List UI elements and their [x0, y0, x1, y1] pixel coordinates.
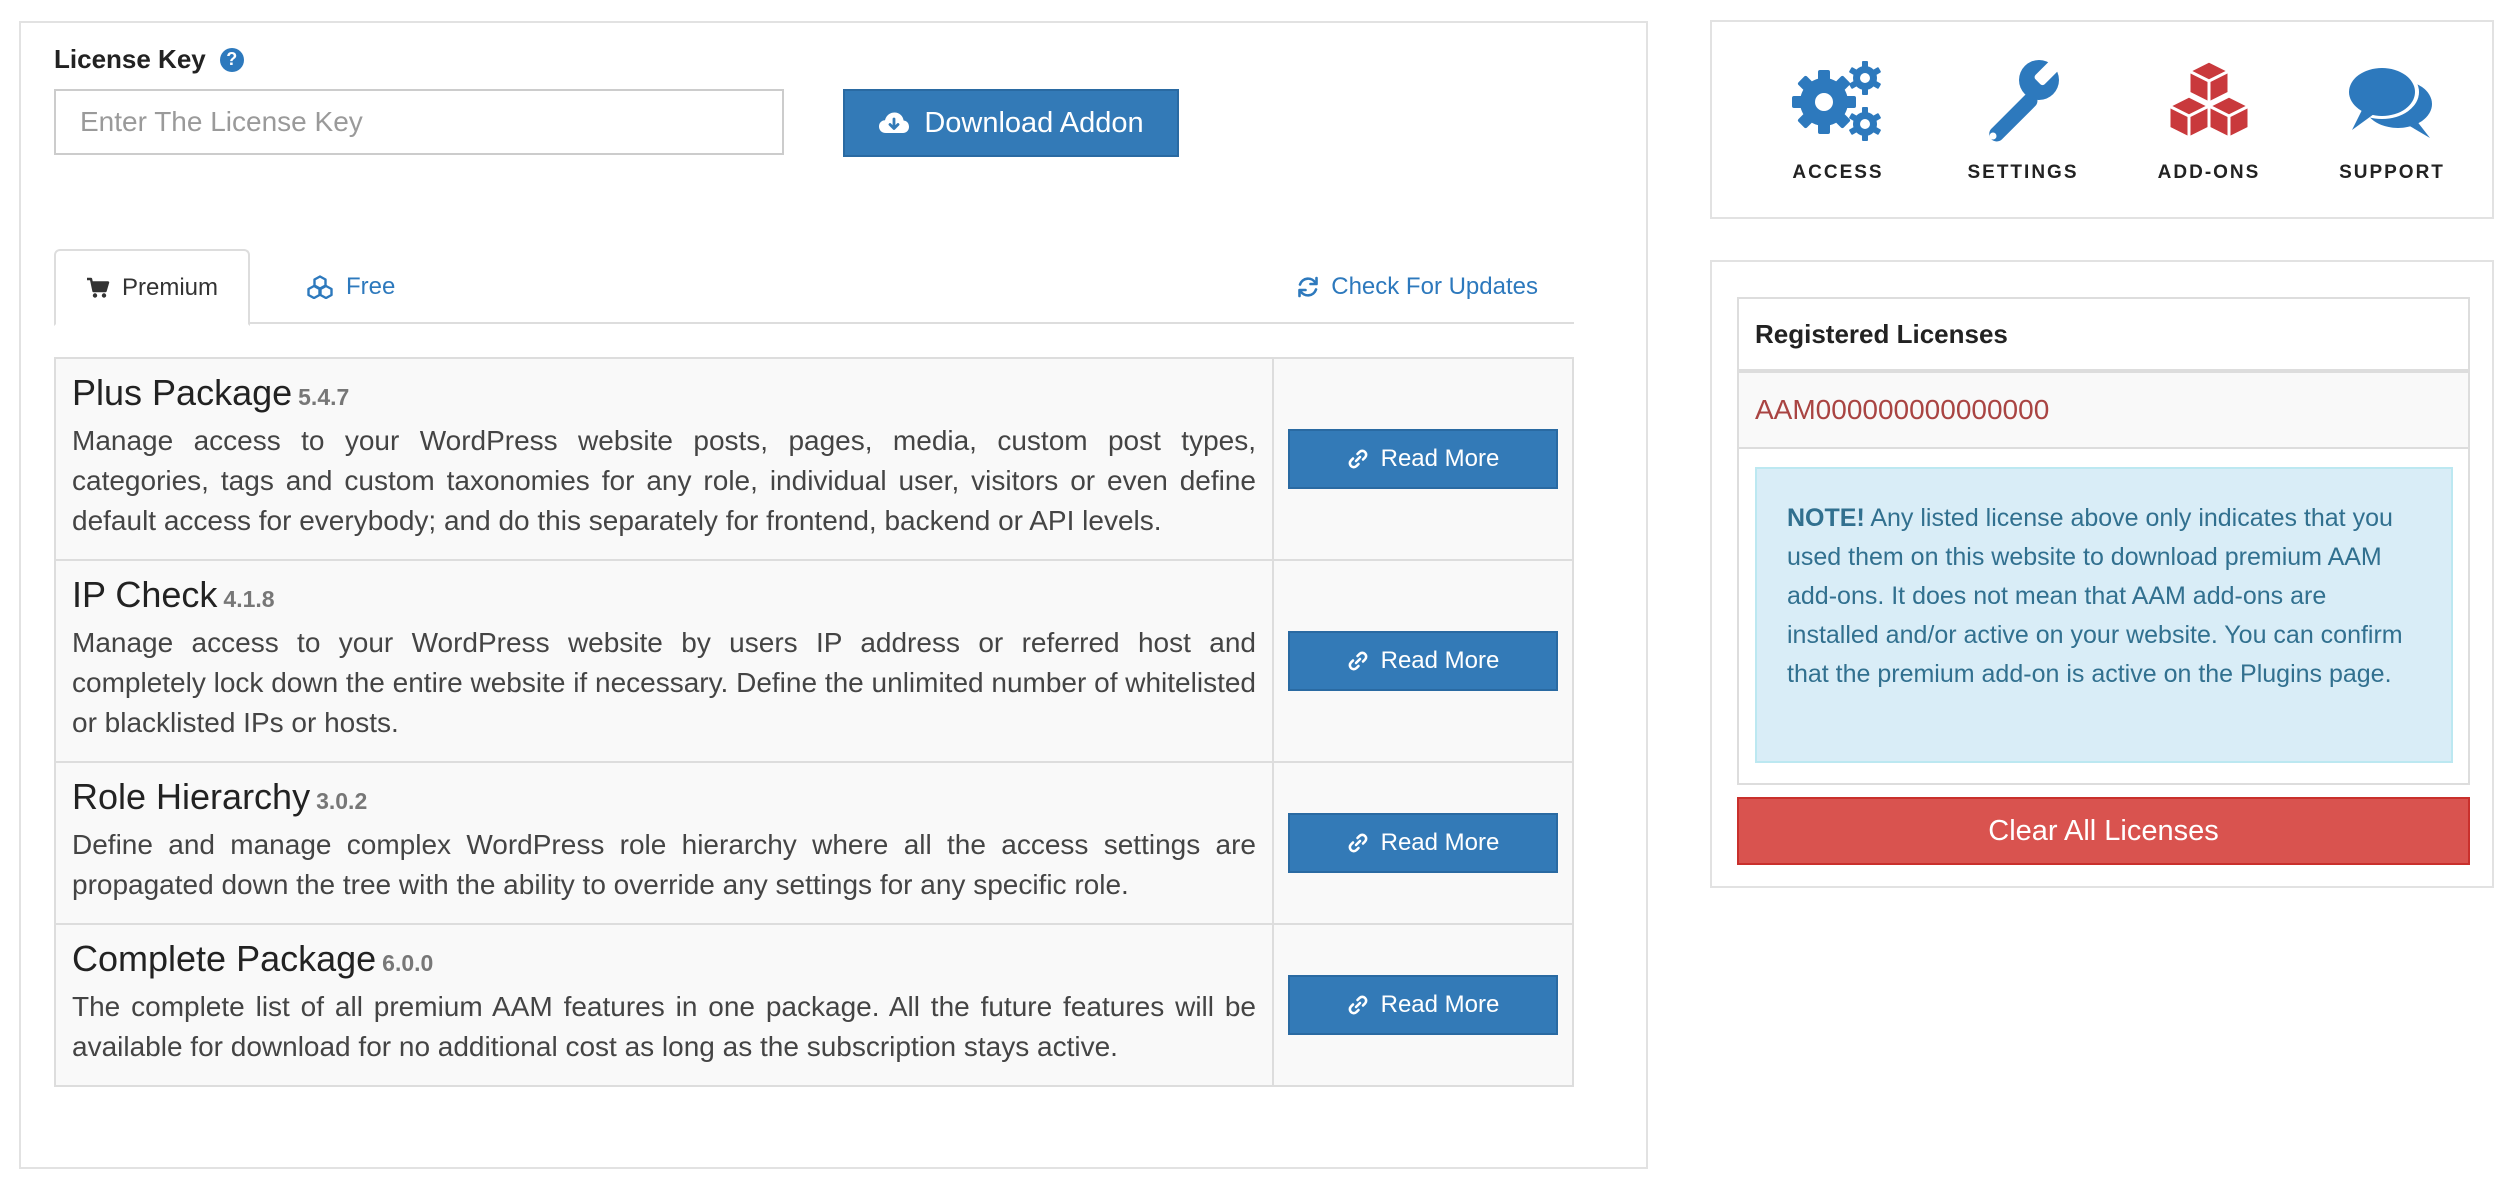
table-row: IP Check 4.1.8 Manage access to your Word…	[56, 561, 1572, 763]
read-more-button[interactable]: Read More	[1288, 975, 1558, 1035]
addon-version: 4.1.8	[223, 586, 275, 612]
clear-all-licenses-label: Clear All Licenses	[1988, 814, 2219, 847]
link-icon	[1348, 651, 1368, 671]
wrench-icon	[1989, 60, 2060, 142]
nav-addons[interactable]: ADD-ONS	[2129, 58, 2289, 184]
nav-settings[interactable]: SETTINGS	[1943, 58, 2103, 184]
clear-all-licenses-button[interactable]: Clear All Licenses	[1737, 797, 2470, 865]
addon-title-text: Plus Package	[72, 372, 293, 413]
addon-title-text: IP Check	[72, 574, 218, 615]
license-key-label-text: License Key	[54, 44, 206, 74]
tab-free[interactable]: Free	[306, 249, 395, 324]
table-row: Complete Package 6.0.0 The complete list …	[56, 925, 1572, 1085]
link-icon	[1348, 449, 1368, 469]
refresh-icon	[1298, 276, 1319, 297]
addon-info: IP Check 4.1.8 Manage access to your Word…	[56, 561, 1274, 761]
table-row: Plus Package 5.4.7 Manage access to your …	[56, 359, 1572, 561]
read-more-button[interactable]: Read More	[1288, 813, 1558, 873]
check-for-updates-link[interactable]: Check For Updates	[1297, 249, 1538, 324]
tab-premium-label: Premium	[121, 273, 218, 301]
addon-description: The complete list of all premium AAM fea…	[72, 991, 1256, 1062]
addon-action: Read More	[1274, 561, 1572, 761]
addon-version: 6.0.0	[382, 950, 434, 976]
read-more-label: Read More	[1380, 829, 1500, 856]
addon-description: Manage access to your WordPress website …	[72, 425, 1256, 536]
nav-addons-label: ADD-ONS	[2157, 162, 2261, 183]
table-row: Role Hierarchy 3.0.2 Define and manage co…	[56, 763, 1572, 925]
tab-free-label: Free	[346, 272, 396, 300]
nav-access[interactable]: ACCESS	[1758, 58, 1918, 184]
nav-access-label: ACCESS	[1792, 162, 1884, 183]
cloud-download-icon	[879, 112, 910, 133]
license-note: NOTE! Any listed license above only indi…	[1755, 467, 2453, 763]
read-more-label: Read More	[1380, 445, 1500, 472]
addon-action: Read More	[1274, 925, 1572, 1085]
feature-nav-panel: ACCESS SETTINGS ADD-ONS SUPPORT	[1710, 20, 2494, 219]
addon-action: Read More	[1274, 359, 1572, 559]
license-key-input[interactable]	[54, 89, 784, 155]
note-strong: NOTE!	[1787, 504, 1865, 532]
download-addon-label: Download Addon	[924, 106, 1144, 139]
addon-info: Role Hierarchy 3.0.2 Define and manage co…	[56, 763, 1274, 923]
cubes-icon	[307, 274, 333, 299]
check-for-updates-label: Check For Updates	[1331, 272, 1538, 300]
registered-licenses-box: Registered Licenses AAM000000000000000 N…	[1737, 297, 2470, 785]
addon-description: Manage access to your WordPress website …	[72, 627, 1256, 738]
addons-table: Plus Package 5.4.7 Manage access to your …	[54, 357, 1574, 1087]
addon-version: 3.0.2	[316, 788, 368, 814]
addon-action: Read More	[1274, 763, 1572, 923]
license-key-label: License Key ?	[54, 44, 244, 75]
addon-title-text: Role Hierarchy	[72, 776, 311, 817]
note-text: Any listed license above only indicates …	[1787, 504, 2403, 688]
nav-support-label: SUPPORT	[2339, 162, 2445, 183]
read-more-label: Read More	[1380, 991, 1500, 1018]
addon-title: Complete Package 6.0.0	[72, 935, 1256, 987]
addon-description: Define and manage complex WordPress role…	[72, 829, 1256, 900]
nav-settings-label: SETTINGS	[1967, 162, 2079, 183]
addon-version: 5.4.7	[298, 384, 350, 410]
cubes-icon	[2167, 59, 2251, 140]
addon-info: Complete Package 6.0.0 The complete list …	[56, 925, 1274, 1085]
shopping-cart-icon	[86, 277, 110, 298]
tab-premium[interactable]: Premium	[54, 249, 250, 326]
comments-icon	[2345, 65, 2432, 138]
nav-support[interactable]: SUPPORT	[2312, 58, 2472, 184]
addon-title: Plus Package 5.4.7	[72, 369, 1256, 421]
addon-tabs: Premium Free Check For Updates	[54, 249, 1574, 326]
license-item: AAM000000000000000	[1739, 373, 2468, 449]
cogs-icon	[1792, 61, 1881, 141]
addon-title: IP Check 4.1.8	[72, 571, 1256, 623]
read-more-label: Read More	[1380, 647, 1500, 674]
link-icon	[1348, 833, 1368, 853]
registered-licenses-header: Registered Licenses	[1739, 299, 2468, 373]
read-more-button[interactable]: Read More	[1288, 631, 1558, 691]
read-more-button[interactable]: Read More	[1288, 429, 1558, 489]
download-addon-button[interactable]: Download Addon	[843, 89, 1179, 157]
addon-title-text: Complete Package	[72, 938, 377, 979]
licenses-panel: Registered Licenses AAM000000000000000 N…	[1710, 260, 2494, 888]
link-icon	[1348, 995, 1368, 1015]
help-icon[interactable]: ?	[219, 47, 244, 72]
addon-title: Role Hierarchy 3.0.2	[72, 773, 1256, 825]
addon-info: Plus Package 5.4.7 Manage access to your …	[56, 359, 1274, 559]
